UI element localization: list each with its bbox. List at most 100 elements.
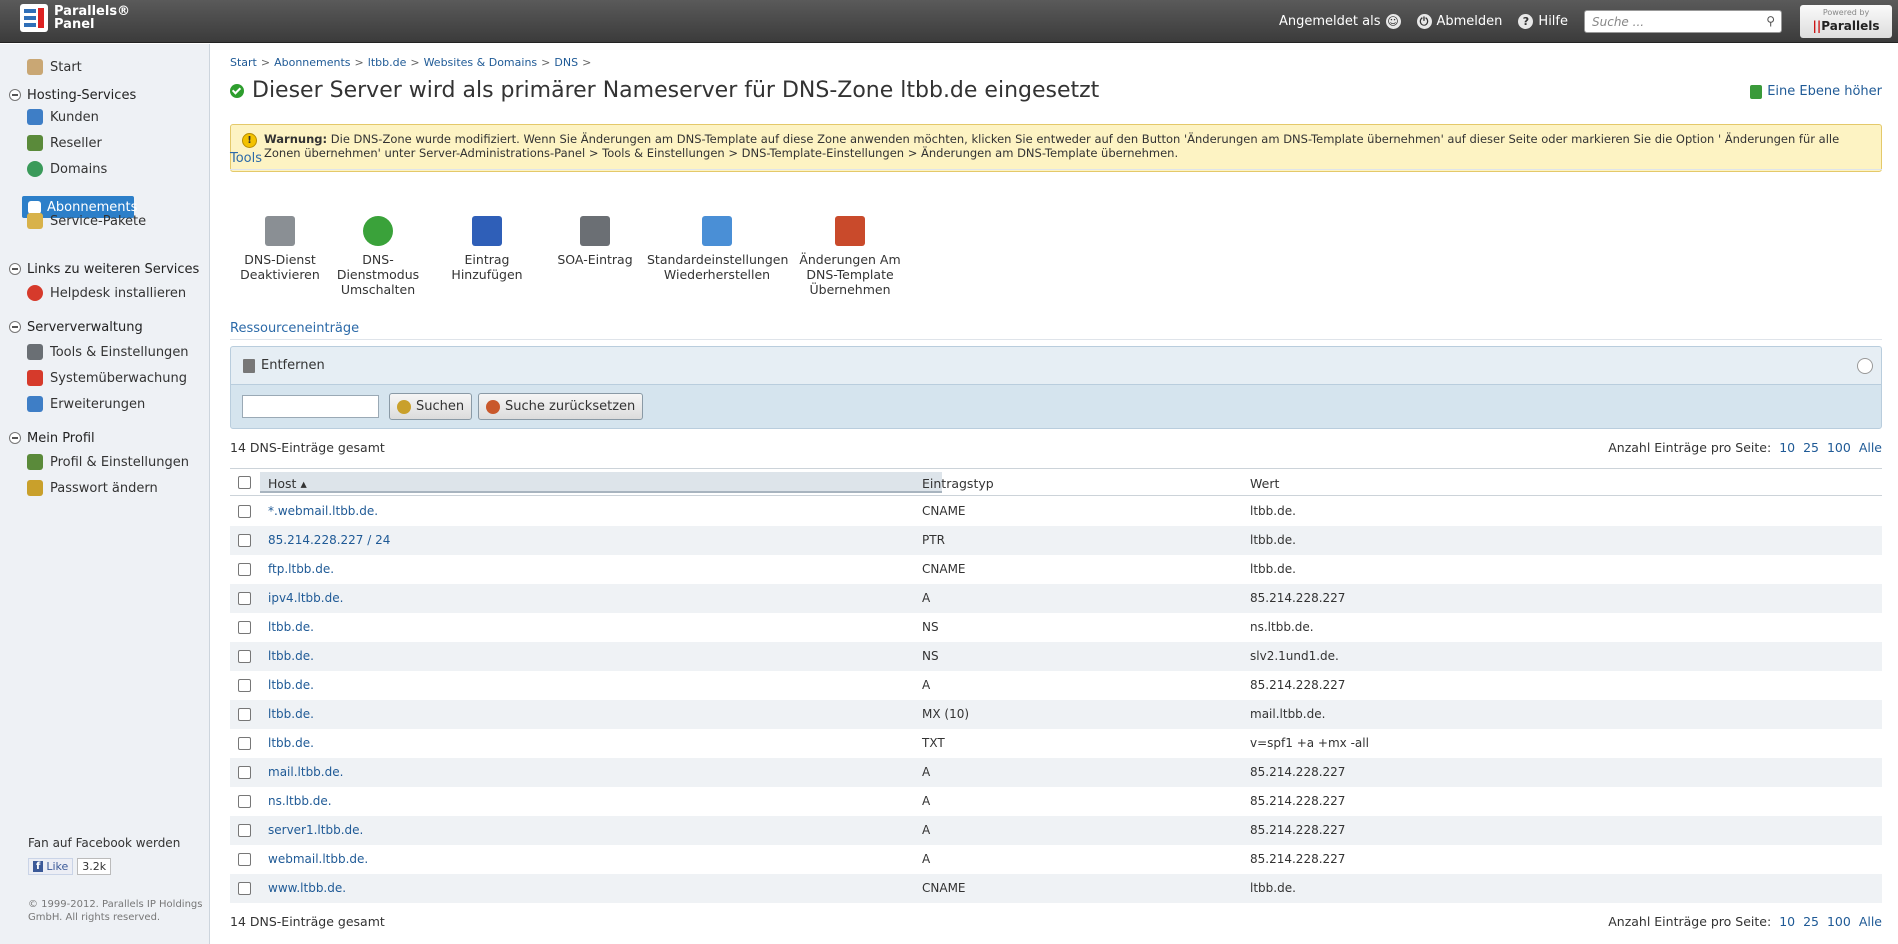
sidebar-item-tools[interactable]: Tools & Einstellungen [0, 343, 210, 361]
per-page-all[interactable]: Alle [1859, 440, 1882, 455]
row-checkbox[interactable] [238, 534, 251, 547]
breadcrumb-websites-domains[interactable]: Websites & Domains [424, 56, 538, 69]
host-column-label[interactable]: Host ▴ [268, 476, 307, 491]
profile-card-icon [27, 454, 43, 470]
select-all-checkbox[interactable] [238, 476, 251, 489]
host-link[interactable]: ltbb.de. [268, 678, 314, 692]
global-search-input[interactable]: Suche ... ⚲ [1584, 10, 1782, 33]
sidebar-item-domains[interactable]: Domains [0, 160, 210, 178]
breadcrumb-separator: > [410, 56, 420, 69]
breadcrumb-domain[interactable]: ltbb.de [368, 56, 407, 69]
host-link[interactable]: *.webmail.ltbb.de. [268, 504, 378, 518]
breadcrumb-separator: > [582, 56, 592, 69]
host-link[interactable]: 85.214.228.227 / 24 [268, 533, 390, 547]
search-button[interactable]: Suchen [389, 393, 473, 420]
sidebar-item-profil[interactable]: Profil & Einstellungen [0, 453, 210, 471]
sidebar-item-start[interactable]: Start [0, 58, 210, 76]
resource-toolbar: Entfernen [230, 346, 1882, 384]
host-link[interactable]: ltbb.de. [268, 620, 314, 634]
remove-button[interactable]: Entfernen [261, 358, 325, 373]
record-value: 85.214.228.227 [1250, 678, 1346, 692]
per-page-100[interactable]: 100 [1827, 914, 1851, 929]
host-link[interactable]: ltbb.de. [268, 707, 314, 721]
host-link[interactable]: ltbb.de. [268, 649, 314, 663]
sidebar-item-reseller[interactable]: Reseller [0, 134, 210, 152]
sidebar-group-mein-profil[interactable]: Mein Profil [0, 429, 210, 447]
row-checkbox[interactable] [238, 563, 251, 576]
breadcrumb-abonnements[interactable]: Abonnements [274, 56, 350, 69]
host-link[interactable]: ipv4.ltbb.de. [268, 591, 343, 605]
row-checkbox[interactable] [238, 737, 251, 750]
row-checkbox[interactable] [238, 650, 251, 663]
tool-label: Umschalten [340, 282, 416, 297]
sidebar-item-erweiterungen[interactable]: Erweiterungen [0, 395, 210, 413]
per-page-all[interactable]: Alle [1859, 914, 1882, 929]
parallels-panel-logo[interactable]: Parallels® Panel [20, 4, 130, 32]
facebook-like-button[interactable]: f Like [28, 858, 74, 875]
host-link[interactable]: webmail.ltbb.de. [268, 852, 368, 866]
tool-label: Wiederherstellen [663, 267, 771, 282]
sidebar-item-kunden[interactable]: Kunden [0, 108, 210, 126]
search-icon[interactable]: ⚲ [1766, 14, 1775, 28]
powered-by-badge[interactable]: Powered by ||Parallels [1800, 5, 1892, 38]
up-level-link[interactable]: Eine Ebene höher [1750, 84, 1882, 99]
sidebar-item-service-pakete[interactable]: Service-Pakete [0, 212, 210, 230]
tool-dns-switch-mode[interactable]: DNS-Dienstmodus Umschalten [328, 216, 428, 297]
breadcrumb-separator: > [541, 56, 551, 69]
row-checkbox[interactable] [238, 853, 251, 866]
per-page-100[interactable]: 100 [1827, 440, 1851, 455]
per-page-10[interactable]: 10 [1779, 440, 1795, 455]
type-column-header[interactable]: Eintragstyp [922, 476, 994, 491]
record-value: 85.214.228.227 [1250, 852, 1346, 866]
record-type: CNAME [922, 504, 966, 518]
host-link[interactable]: ftp.ltbb.de. [268, 562, 334, 576]
host-link[interactable]: www.ltbb.de. [268, 881, 346, 895]
row-checkbox[interactable] [238, 882, 251, 895]
record-value: ltbb.de. [1250, 881, 1296, 895]
host-column-header[interactable] [260, 472, 942, 493]
reset-search-button[interactable]: Suche zurücksetzen [478, 393, 644, 420]
row-checkbox[interactable] [238, 824, 251, 837]
collapse-filter-icon[interactable] [1857, 358, 1873, 374]
sidebar-group-links[interactable]: Links zu weiteren Services [0, 260, 210, 278]
sidebar-group-serververwaltung[interactable]: Serververwaltung [0, 318, 210, 336]
tool-add-record[interactable]: Eintrag Hinzufügen [437, 216, 537, 282]
apply-template-icon [835, 216, 865, 246]
tool-dns-deactivate[interactable]: DNS-Dienst Deaktivieren [230, 216, 330, 282]
host-link[interactable]: ns.ltbb.de. [268, 794, 332, 808]
host-link[interactable]: server1.ltbb.de. [268, 823, 363, 837]
sidebar-item-label: Kunden [50, 109, 99, 125]
tool-restore-defaults[interactable]: Standardeinstellungen Wiederherstellen [647, 216, 788, 282]
sidebar-item-passwort[interactable]: Passwort ändern [0, 479, 210, 497]
tool-soa-record[interactable]: SOA-Eintrag [545, 216, 645, 267]
per-page-25[interactable]: 25 [1803, 914, 1819, 929]
sidebar-item-systemueberwachung[interactable]: Systemüberwachung [0, 369, 210, 387]
help-link[interactable]: ? Hilfe [1518, 14, 1568, 29]
filter-search-input[interactable] [242, 395, 379, 418]
host-link[interactable]: ltbb.de. [268, 736, 314, 750]
row-checkbox[interactable] [238, 795, 251, 808]
sidebar-item-helpdesk[interactable]: Helpdesk installieren [0, 284, 210, 302]
tool-label: SOA-Eintrag [557, 252, 633, 267]
per-page-10[interactable]: 10 [1779, 914, 1795, 929]
row-checkbox[interactable] [238, 621, 251, 634]
row-checkbox[interactable] [238, 592, 251, 605]
value-column-header[interactable]: Wert [1250, 476, 1279, 491]
row-checkbox[interactable] [238, 505, 251, 518]
row-checkbox[interactable] [238, 679, 251, 692]
table-row: www.ltbb.de. CNAME ltbb.de. [230, 874, 1882, 903]
breadcrumb-dns[interactable]: DNS [554, 56, 578, 69]
logout-link[interactable]: ⏻ Abmelden [1416, 14, 1502, 29]
page-title-text: Dieser Server wird als primärer Nameserv… [252, 78, 1100, 103]
tool-apply-dns-template[interactable]: Änderungen Am DNS-Template Übernehmen [795, 216, 905, 297]
table-header: Host ▴ Eintragstyp Wert [230, 468, 1882, 496]
per-page-25[interactable]: 25 [1803, 440, 1819, 455]
collapse-icon [9, 432, 21, 444]
row-checkbox[interactable] [238, 766, 251, 779]
host-header-text: Host [268, 476, 297, 491]
logged-in-as[interactable]: Angemeldet als ☺ [1279, 14, 1401, 29]
host-link[interactable]: mail.ltbb.de. [268, 765, 343, 779]
row-checkbox[interactable] [238, 708, 251, 721]
sidebar-group-hosting-services[interactable]: Hosting-Services [0, 86, 210, 104]
breadcrumb-start[interactable]: Start [230, 56, 257, 69]
